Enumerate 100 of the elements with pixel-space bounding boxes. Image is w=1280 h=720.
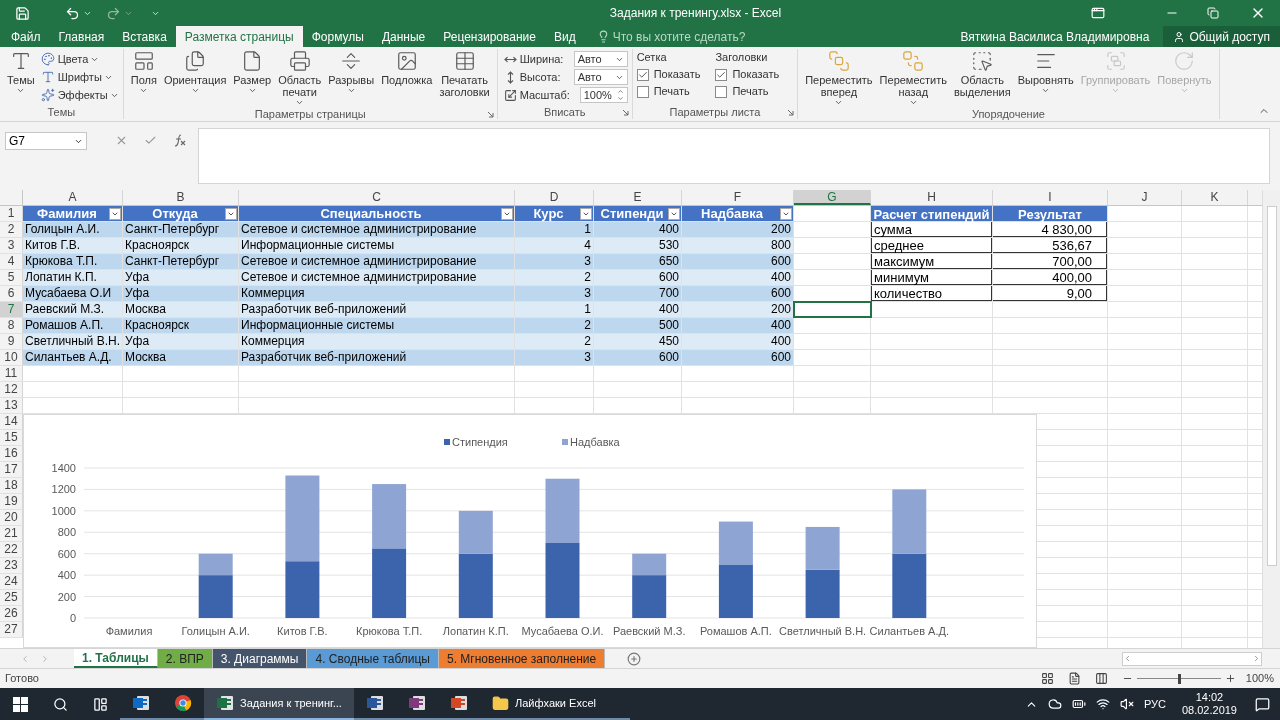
row-header[interactable]: 2 <box>0 222 23 237</box>
checkbox[interactable] <box>636 68 649 81</box>
ribbon-button[interactable]: Цвета <box>40 50 119 68</box>
row-header[interactable]: 5 <box>0 270 23 285</box>
function-icon[interactable] <box>173 134 186 147</box>
dialog-launcher-icon[interactable] <box>787 108 795 116</box>
ribbon-tab[interactable]: Разметка страницы <box>175 26 303 47</box>
taskbar-app[interactable]: Задания к тренинг... <box>204 688 354 720</box>
normal-view-icon[interactable] <box>1040 672 1054 685</box>
active-cell[interactable] <box>793 301 872 318</box>
ribbon-button[interactable]: Подложка <box>378 49 436 86</box>
row-header[interactable]: 25 <box>0 590 23 605</box>
name-box[interactable]: G7 <box>5 132 87 150</box>
wifi-icon[interactable] <box>1095 697 1110 711</box>
dropdown-field[interactable]: Авто <box>573 51 628 67</box>
clock-date[interactable]: 08.02.2019 <box>1181 704 1237 717</box>
row-header[interactable]: 27 <box>0 622 23 637</box>
ribbon-button[interactable]: Область печати <box>275 49 325 107</box>
undo-icon[interactable] <box>65 5 80 21</box>
row-header[interactable]: 6 <box>0 286 23 301</box>
battery-icon[interactable] <box>1071 697 1086 711</box>
row-header[interactable]: 26 <box>0 606 23 621</box>
zoom-thumb[interactable] <box>1177 673 1181 684</box>
dialog-launcher-icon[interactable] <box>486 110 494 118</box>
cancel-icon[interactable] <box>115 134 128 147</box>
zoom-reading[interactable]: 100% <box>1245 670 1274 687</box>
stacked-bar-chart[interactable]: Стипендия Надбавка 0 200 400 600 800 1000 1200 1400 Фамилия Голицын А.И. Китов Г.В. Крюкова Т.П. Лопатин К.П. Мусабаева О.И. Раевский М.З. Ромашов А.П. Светличный В.Н. Силантьев А.Д. <box>23 414 1037 648</box>
dialog-launcher-icon[interactable] <box>621 108 629 116</box>
share-button[interactable]: Общий доступ <box>1163 26 1280 47</box>
filter-button[interactable] <box>580 207 592 220</box>
tell-me-field[interactable]: Что вы хотите сделать? <box>596 26 763 47</box>
ribbon-button[interactable]: Шрифты <box>40 68 119 86</box>
ribbon-button[interactable]: Область выделения <box>951 49 1014 98</box>
save-icon[interactable] <box>15 5 30 21</box>
volume-muted-icon[interactable] <box>1119 697 1134 711</box>
row-header[interactable]: 13 <box>0 398 23 413</box>
column-header[interactable]: A <box>23 190 123 205</box>
cloud-icon[interactable] <box>1047 697 1062 711</box>
ribbon-button[interactable]: Ориентация <box>160 49 230 95</box>
row-header[interactable]: 9 <box>0 334 23 349</box>
ribbon-button[interactable]: Переместить назад <box>876 49 950 107</box>
ribbon-button[interactable]: Печатать заголовки <box>436 49 493 98</box>
checkbox[interactable] <box>715 68 728 81</box>
formula-field[interactable] <box>198 128 1270 184</box>
add-sheet-icon[interactable] <box>627 651 642 666</box>
row-header[interactable]: 19 <box>0 494 23 509</box>
column-header[interactable]: I <box>993 190 1108 205</box>
row-header[interactable]: 10 <box>0 350 23 365</box>
row-header[interactable]: 15 <box>0 430 23 445</box>
row-header[interactable]: 17 <box>0 462 23 477</box>
page-break-view-icon[interactable] <box>1094 672 1108 685</box>
ribbon-button[interactable]: Разрывы <box>325 49 378 95</box>
row-header[interactable]: 16 <box>0 446 23 461</box>
sheet-tab[interactable]: 4. Сводные таблицы <box>307 649 439 668</box>
row-header[interactable]: 18 <box>0 478 23 493</box>
column-header[interactable]: E <box>594 190 682 205</box>
search-icon[interactable] <box>52 696 68 712</box>
user-name[interactable]: Вяткина Василиса Владимировна <box>960 27 1150 46</box>
checkbox[interactable] <box>715 85 728 98</box>
column-header[interactable]: C <box>239 190 515 205</box>
column-header[interactable]: D <box>515 190 594 205</box>
row-header[interactable]: 11 <box>0 366 23 381</box>
task-view-icon[interactable] <box>92 696 108 712</box>
sheet-tab[interactable]: 3. Диаграммы <box>212 649 308 668</box>
sheet-tab[interactable]: 1. Таблицы <box>74 649 158 668</box>
vertical-scrollbar[interactable] <box>1262 190 1280 648</box>
filter-button[interactable] <box>501 207 513 220</box>
ribbon-button[interactable]: Поля <box>127 49 160 95</box>
taskbar-app[interactable]: Лайфхаки Excel <box>480 688 630 720</box>
row-header[interactable]: 8 <box>0 318 23 333</box>
sheet-tab[interactable]: 5. Мгновенное заполнение <box>439 649 606 668</box>
ribbon-tab[interactable]: Главная <box>49 26 114 47</box>
ribbon-tab[interactable]: Данные <box>372 26 435 47</box>
restore-icon[interactable] <box>1207 7 1219 19</box>
dropdown-field[interactable]: Авто <box>573 69 628 85</box>
ribbon-display-icon[interactable] <box>1091 6 1105 20</box>
ribbon-button[interactable]: Эффекты <box>40 86 119 104</box>
row-header[interactable]: 22 <box>0 542 23 557</box>
filter-button[interactable] <box>225 207 237 220</box>
ribbon-button[interactable]: Темы <box>4 49 38 95</box>
row-header[interactable]: 4 <box>0 254 23 269</box>
ribbon-button[interactable]: Размер <box>230 49 275 95</box>
clock-time[interactable]: 14:02 <box>1195 691 1224 704</box>
ribbon-button[interactable]: Выровнять <box>1014 49 1077 95</box>
row-header[interactable]: 14 <box>0 414 23 429</box>
filter-button[interactable] <box>780 207 792 220</box>
ribbon-button[interactable]: Переместить вперед <box>802 49 876 107</box>
row-header[interactable]: 3 <box>0 238 23 253</box>
row-header[interactable]: 20 <box>0 510 23 525</box>
page-layout-icon[interactable] <box>1067 672 1081 685</box>
row-header[interactable]: 1 <box>0 206 23 221</box>
spinner-field[interactable]: 100% <box>579 87 628 103</box>
ribbon-tab[interactable]: Формулы <box>302 26 373 47</box>
zoom-slider[interactable] <box>1136 673 1221 684</box>
ribbon-tab[interactable]: Вставка <box>113 26 176 47</box>
ribbon-tab[interactable]: Рецензирование <box>434 26 545 47</box>
row-header[interactable]: 12 <box>0 382 23 397</box>
column-header[interactable]: K <box>1182 190 1248 205</box>
zoom-in-icon[interactable] <box>1224 673 1236 684</box>
filter-button[interactable] <box>668 207 680 220</box>
